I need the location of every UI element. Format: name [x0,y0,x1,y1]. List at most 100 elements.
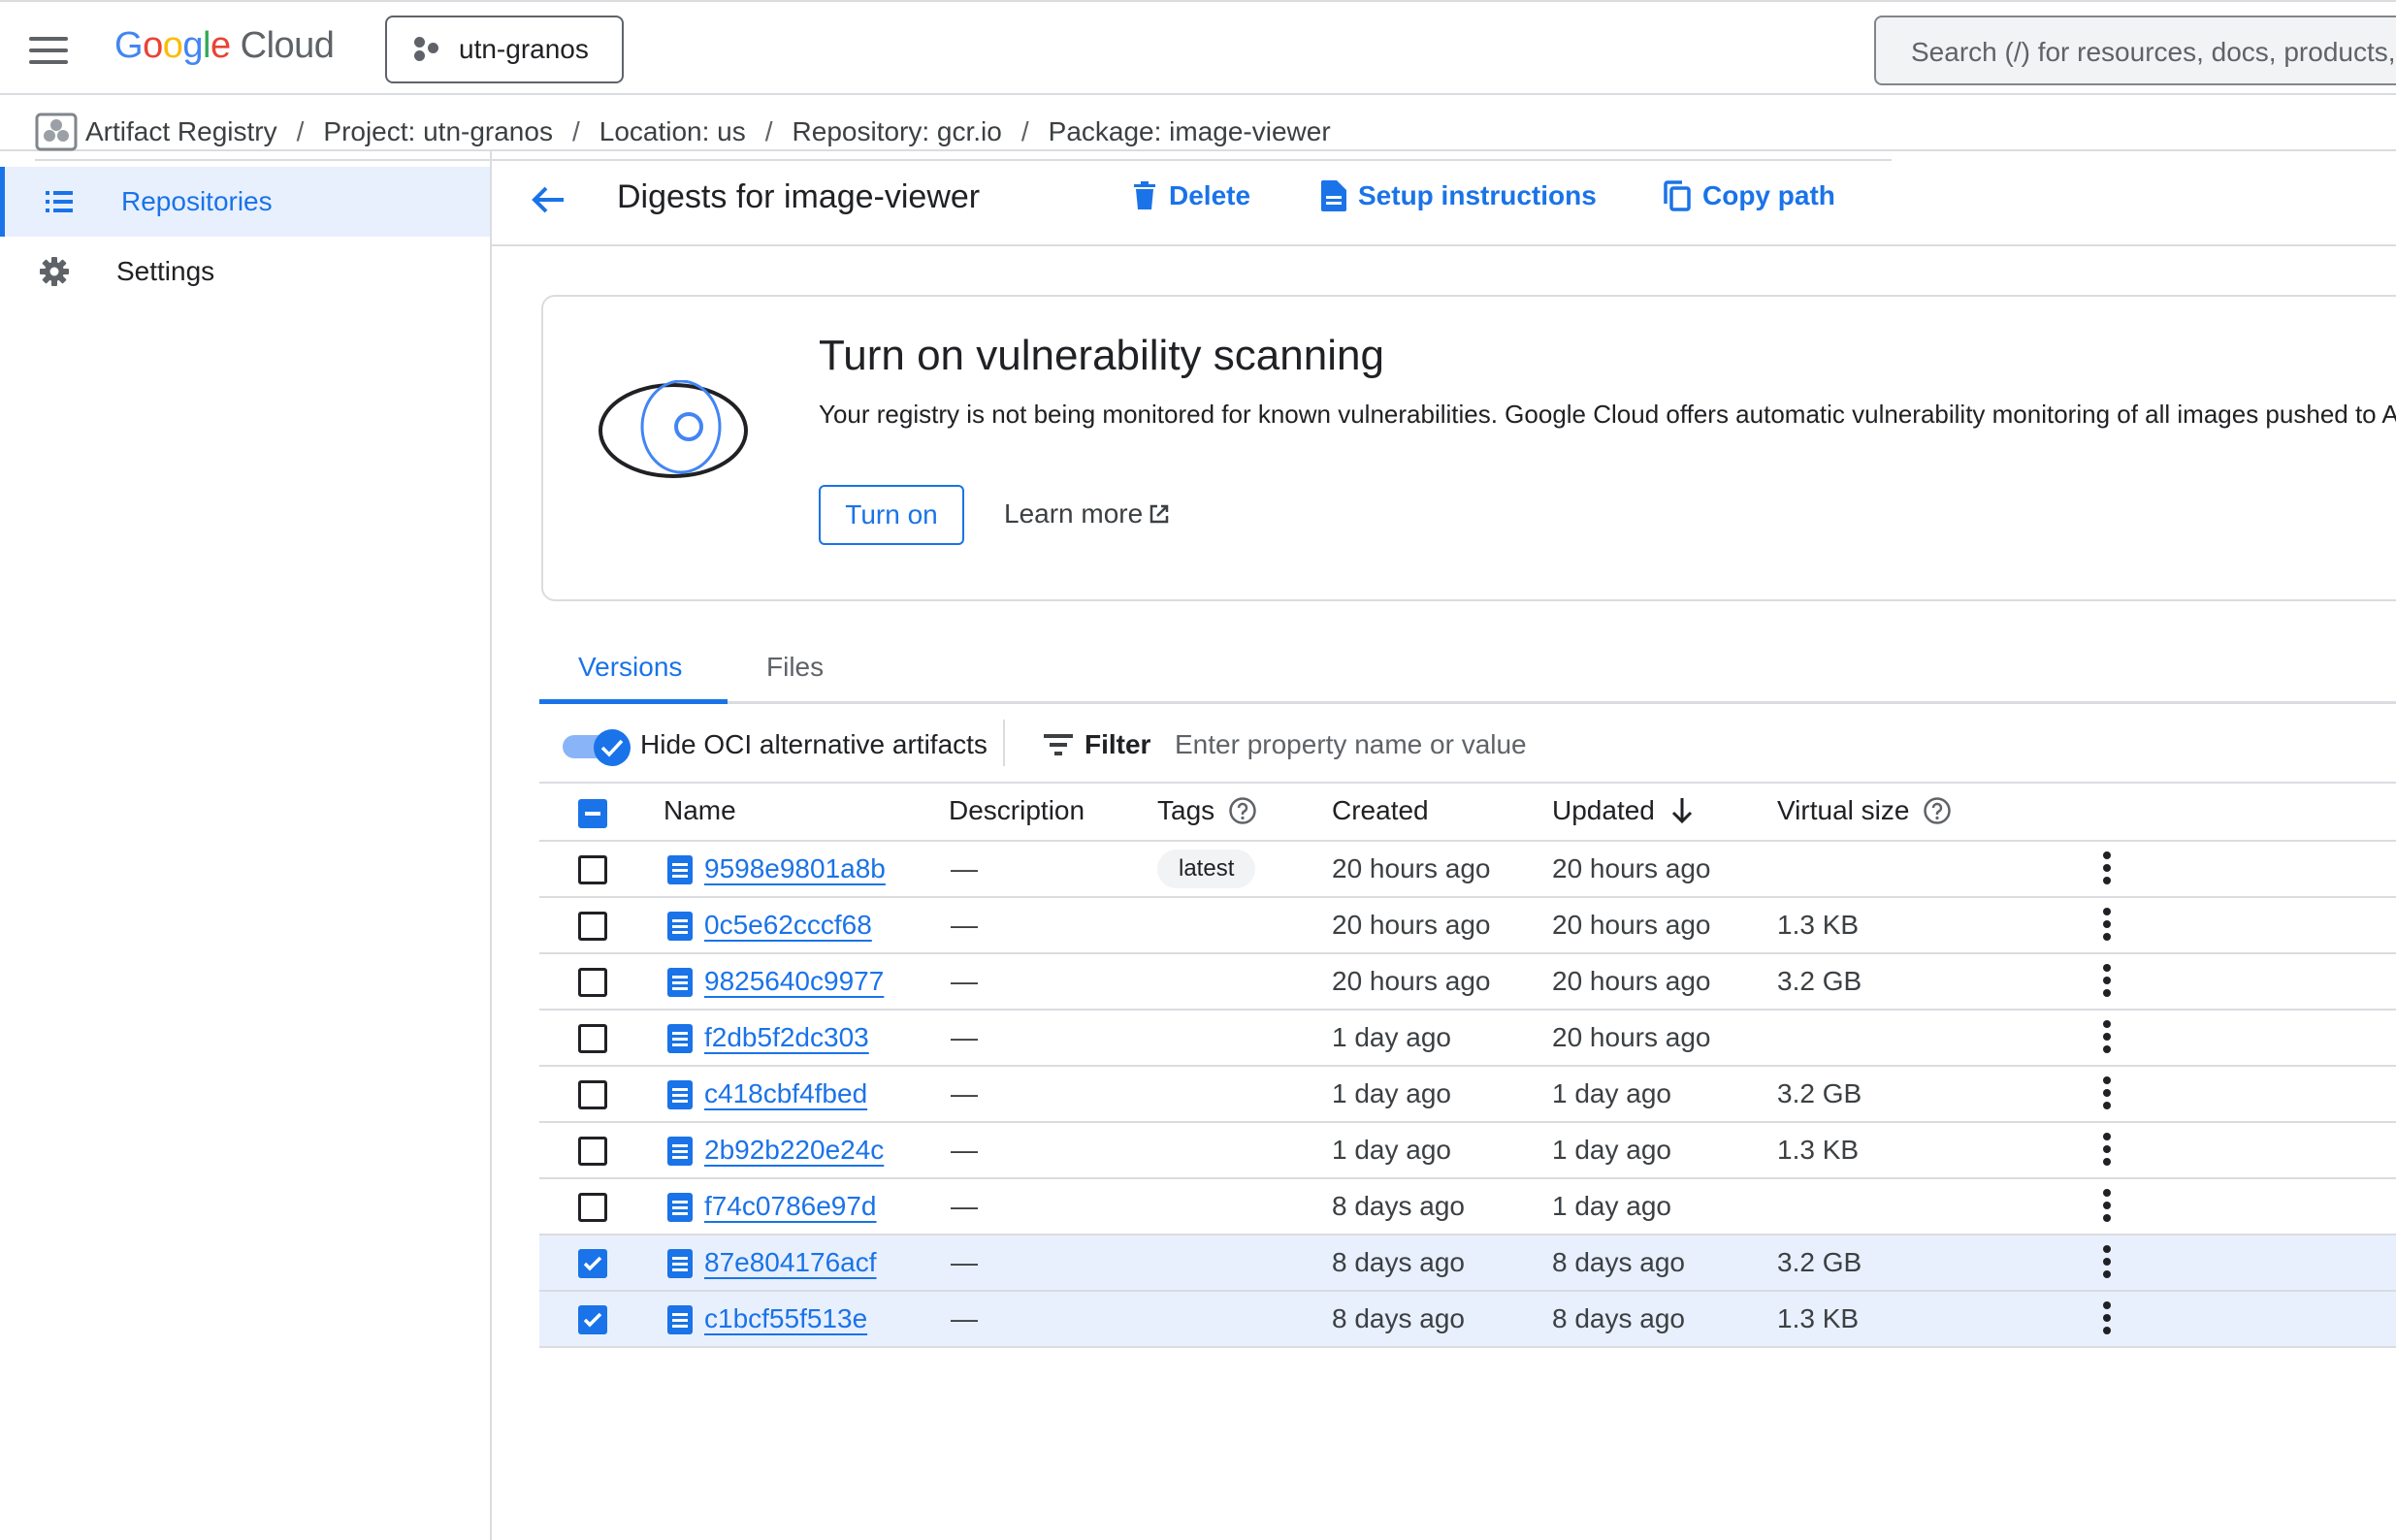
description-cell: — [951,1303,978,1333]
digest-file-icon [667,1137,693,1166]
select-all-checkbox[interactable] [578,799,607,828]
table-row[interactable]: 87e804176acf — 8 days ago 8 days ago 3.2 GB [539,1235,2396,1292]
digest-link[interactable]: 9598e9801a8b [704,853,886,884]
back-arrow-icon[interactable] [529,180,567,219]
updated-cell: 20 hours ago [1552,910,1711,940]
copy-path-button[interactable]: Copy path [1664,180,1835,211]
sidebar-item-label: Repositories [121,186,273,216]
more-actions-icon[interactable] [2103,1301,2111,1339]
breadcrumb-separator: / [1020,116,1029,146]
learn-more-label: Learn more [1004,498,1144,529]
table-row[interactable]: 0c5e62cccf68 — 20 hours ago 20 hours ago 1.3… [539,898,2396,954]
row-checkbox[interactable] [578,1193,607,1222]
check-icon [600,739,624,757]
turn-on-button[interactable]: Turn on [819,485,964,545]
description-cell: — [951,1022,978,1052]
row-checkbox[interactable] [578,968,607,997]
table-row[interactable]: c418cbf4fbed — 1 day ago 1 day ago 3.2 GB [539,1067,2396,1123]
project-picker-button[interactable]: utn-granos [385,16,624,83]
sidebar-item-label: Settings [116,256,215,286]
tab-files[interactable]: Files [766,652,824,683]
breadcrumb-item[interactable]: Repository: gcr.io [793,116,1002,147]
virtual-size-cell: 3.2 GB [1777,966,1862,996]
help-icon[interactable] [1228,796,1257,825]
vulnerability-scanning-banner: Turn on vulnerability scanning Your regi… [541,295,2396,601]
column-created[interactable]: Created [1332,795,1429,826]
breadcrumb-item[interactable]: Location: us [599,116,746,147]
digest-link[interactable]: f2db5f2dc303 [704,1022,869,1053]
row-checkbox[interactable] [578,1024,607,1053]
sidebar-item-repositories[interactable]: Repositories [0,167,490,237]
table-row[interactable]: 2b92b220e24c — 1 day ago 1 day ago 1.3 KB [539,1123,2396,1179]
more-actions-icon[interactable] [2103,1020,2111,1058]
breadcrumb-item[interactable]: Project: utn-granos [323,116,553,147]
digest-link[interactable]: c418cbf4fbed [704,1078,867,1109]
check-icon [583,1312,602,1328]
tag-chip: latest [1157,850,1256,888]
created-cell: 8 days ago [1332,1303,1465,1333]
more-actions-icon[interactable] [2103,1076,2111,1114]
banner-text: Your registry is not being monitored for… [819,400,2396,429]
eye-scan-icon [599,380,748,478]
breadcrumb-item[interactable]: Package: image-viewer [1049,116,1331,147]
more-actions-icon[interactable] [2103,964,2111,1002]
virtual-size-cell: 1.3 KB [1777,1303,1860,1333]
breadcrumb-item[interactable]: Artifact Registry [85,116,277,147]
digest-link[interactable]: 0c5e62cccf68 [704,910,872,941]
column-name[interactable]: Name [664,795,736,826]
sort-descending-icon[interactable] [1670,796,1694,825]
created-cell: 20 hours ago [1332,910,1491,940]
filter-icon[interactable] [1044,733,1073,756]
delete-button[interactable]: Delete [1132,180,1250,211]
column-updated[interactable]: Updated [1552,795,1694,826]
table-row[interactable]: f2db5f2dc303 — 1 day ago 20 hours ago [539,1011,2396,1067]
search-input[interactable]: Search (/) for resources, docs, products… [1874,16,2396,85]
more-actions-icon[interactable] [2103,1245,2111,1283]
row-checkbox[interactable] [578,1249,607,1278]
digest-link[interactable]: 2b92b220e24c [704,1135,884,1166]
more-actions-icon[interactable] [2103,1189,2111,1227]
row-checkbox[interactable] [578,1080,607,1109]
breadcrumb-separator: / [764,116,773,146]
description-cell: — [951,853,978,883]
setup-instructions-button[interactable]: Setup instructions [1321,180,1597,211]
artifact-registry-icon [35,112,78,151]
more-actions-icon[interactable] [2103,908,2111,946]
created-cell: 20 hours ago [1332,966,1491,996]
more-actions-icon[interactable] [2103,1133,2111,1171]
sidebar-item-settings[interactable]: Settings [0,237,490,306]
tab-versions[interactable]: Versions [578,652,682,683]
help-icon[interactable] [1923,796,1952,825]
created-cell: 8 days ago [1332,1191,1465,1221]
row-checkbox[interactable] [578,855,607,884]
digest-link[interactable]: 87e804176acf [704,1247,877,1278]
hide-oci-toggle[interactable] [563,729,632,766]
description-cell: — [951,1247,978,1277]
row-checkbox[interactable] [578,1137,607,1166]
table-row[interactable]: 9825640c9977 — 20 hours ago 20 hours ago 3.2… [539,954,2396,1011]
row-checkbox[interactable] [578,912,607,941]
filter-input[interactable]: Enter property name or value [1175,729,1527,760]
table-row[interactable]: f74c0786e97d — 8 days ago 1 day ago [539,1179,2396,1235]
table-row[interactable]: 9598e9801a8b — latest 20 hours ago 20 hours … [539,842,2396,898]
column-virtual-size[interactable]: Virtual size [1777,795,1952,826]
check-icon [583,1256,602,1271]
digest-link[interactable]: 9825640c9977 [704,966,884,997]
toolbar-divider [1003,720,1005,766]
external-link-icon [1149,504,1169,524]
digest-link[interactable]: c1bcf55f513e [704,1303,867,1334]
google-cloud-logo[interactable]: Google Cloud [114,25,335,67]
table-row[interactable]: c1bcf55f513e — 8 days ago 8 days ago 1.3 KB [539,1292,2396,1348]
digest-link[interactable]: f74c0786e97d [704,1191,877,1222]
column-tags[interactable]: Tags [1157,795,1257,826]
digest-file-icon [667,1193,693,1222]
column-description[interactable]: Description [949,795,1085,826]
more-actions-icon[interactable] [2103,851,2111,889]
main-menu-icon[interactable] [29,37,68,64]
created-cell: 1 day ago [1332,1078,1451,1108]
logo-cloud-text: Cloud [240,25,335,66]
learn-more-link[interactable]: Learn more [1004,498,1170,529]
table-header [539,782,2396,842]
updated-cell: 20 hours ago [1552,966,1711,996]
row-checkbox[interactable] [578,1305,607,1334]
